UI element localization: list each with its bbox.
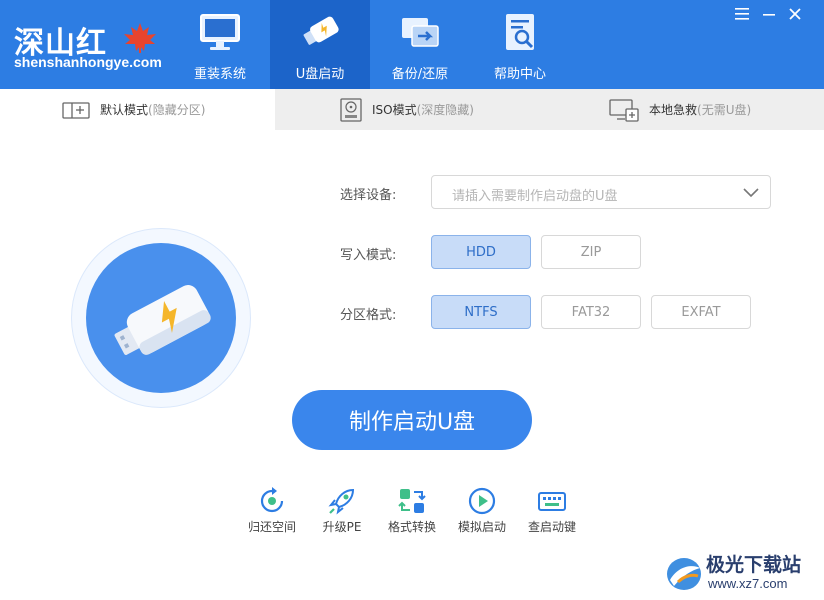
- maple-leaf-icon: [124, 23, 156, 53]
- tool-boot-key[interactable]: 查启动键: [517, 486, 587, 535]
- mode-label: ISO模式: [372, 103, 417, 117]
- write-mode-label: 写入模式:: [340, 248, 397, 263]
- nav-tab-reinstall[interactable]: 重装系统: [170, 0, 270, 89]
- watermark-url: www.xz7.com: [708, 576, 788, 591]
- tab-iso-mode[interactable]: ISO模式 (深度隐藏): [340, 89, 474, 130]
- nav-tab-label: U盘启动: [295, 67, 345, 82]
- tool-simulate-boot[interactable]: 模拟启动: [447, 486, 517, 535]
- nav-tab-label: 重装系统: [193, 67, 246, 82]
- restore-space-icon: [260, 487, 284, 513]
- minimize-icon: [763, 14, 775, 16]
- device-label: 选择设备:: [340, 188, 397, 203]
- mode-sublabel: (隐藏分区): [148, 103, 206, 117]
- tool-label: 查启动键: [527, 520, 576, 534]
- nav-tab-help[interactable]: 帮助中心: [470, 0, 570, 89]
- format-fat32-button[interactable]: FAT32: [541, 295, 641, 329]
- menu-button[interactable]: [731, 4, 753, 24]
- partition-format-label: 分区格式:: [340, 308, 397, 323]
- nav-tab-label: 帮助中心: [493, 67, 546, 82]
- tab-local-rescue[interactable]: 本地急救 (无需U盘): [609, 89, 751, 130]
- partition-icon: [62, 101, 90, 119]
- app-logo: 深山红 shenshanhongye.com: [12, 16, 162, 76]
- nav-tab-label: 备份/还原: [391, 67, 449, 82]
- tool-restore-space[interactable]: 归还空间: [237, 486, 307, 535]
- usb-drive-icon: [303, 16, 339, 45]
- logo-domain: shenshanhongye.com: [14, 54, 162, 70]
- watermark-text: 极光下载站: [706, 554, 802, 576]
- iso-disc-icon: [340, 97, 362, 122]
- tool-label: 升级PE: [322, 520, 362, 534]
- watermark: 极光下载站 www.xz7.com: [664, 550, 824, 598]
- tab-default-mode[interactable]: 默认模式 (隐藏分区): [0, 89, 275, 130]
- tool-label: 模拟启动: [457, 520, 506, 534]
- make-boot-usb-button[interactable]: 制作启动U盘: [292, 390, 532, 450]
- format-convert-icon: [398, 489, 426, 513]
- rocket-icon: [328, 488, 355, 515]
- tool-upgrade-pe[interactable]: 升级PE: [307, 486, 377, 535]
- title-bar: 深山红 shenshanhongye.com 重装系统 U盘启动 备份/还原 帮…: [0, 0, 824, 89]
- watermark-logo-icon: [667, 558, 701, 590]
- mode-label: 本地急救: [649, 103, 698, 117]
- menu-icon: [735, 8, 749, 20]
- minimize-button[interactable]: [758, 4, 780, 24]
- close-button[interactable]: [784, 4, 806, 24]
- device-select[interactable]: 请插入需要制作启动盘的U盘: [431, 175, 771, 209]
- write-mode-zip-button[interactable]: ZIP: [541, 235, 641, 269]
- mode-label: 默认模式: [100, 103, 149, 117]
- play-icon: [468, 487, 496, 515]
- nav-tab-backup[interactable]: 备份/还原: [370, 0, 470, 89]
- tool-label: 归还空间: [247, 520, 296, 534]
- local-rescue-icon: [609, 98, 639, 122]
- keyboard-icon: [538, 492, 566, 511]
- mode-sublabel: (无需U盘): [697, 103, 752, 117]
- hero-circle: [86, 243, 236, 393]
- nav-tab-usb-boot[interactable]: U盘启动: [270, 0, 370, 89]
- mode-tabs: 默认模式 (隐藏分区) ISO模式 (深度隐藏) 本地急救 (无需U盘): [0, 89, 824, 130]
- write-mode-hdd-button[interactable]: HDD: [431, 235, 531, 269]
- format-exfat-button[interactable]: EXFAT: [651, 295, 751, 329]
- format-ntfs-button[interactable]: NTFS: [431, 295, 531, 329]
- backup-restore-icon: [402, 18, 439, 47]
- device-placeholder: 请插入需要制作启动盘的U盘: [452, 189, 618, 204]
- chevron-down-icon: [743, 188, 759, 198]
- mode-sublabel: (深度隐藏): [416, 103, 474, 117]
- monitor-icon: [200, 14, 240, 50]
- usb-drive-icon: [114, 285, 211, 355]
- close-icon: [789, 8, 801, 20]
- help-document-icon: [506, 14, 534, 50]
- tool-label: 格式转换: [387, 520, 436, 534]
- tool-format-convert[interactable]: 格式转换: [377, 486, 447, 535]
